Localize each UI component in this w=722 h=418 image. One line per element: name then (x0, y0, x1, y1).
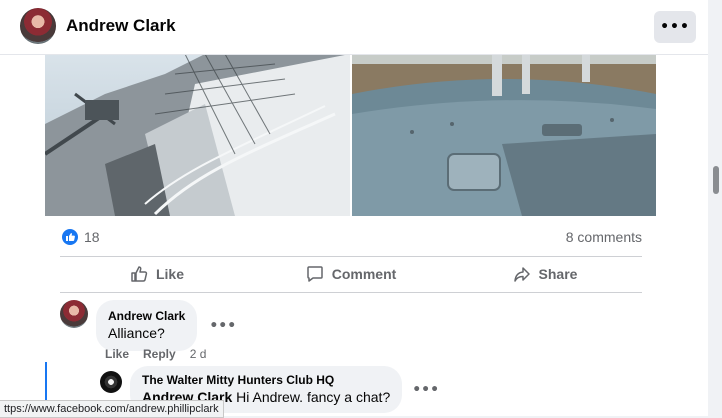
like-icon (131, 266, 148, 282)
more-horizontal-icon: ••• (660, 19, 690, 35)
like-label: Like (155, 266, 184, 282)
comment-options-icon[interactable]: ••• (209, 318, 236, 334)
divider (60, 292, 642, 293)
comment-meta: Like Reply 2 d (105, 347, 206, 361)
commenter-avatar[interactable] (60, 300, 88, 328)
share-button[interactable]: Share (448, 257, 642, 291)
post-photo-right[interactable] (352, 54, 656, 216)
comment-label: Comment (331, 266, 397, 282)
share-label: Share (538, 266, 578, 282)
comments-count-link[interactable]: 8 comments (566, 229, 642, 245)
reply-body: Hi Andrew. fancy a chat? (232, 389, 391, 405)
thumbs-up-icon (62, 229, 78, 245)
post-photo-right-image (352, 54, 656, 216)
comment-icon (306, 266, 323, 282)
like-button[interactable]: Like (60, 257, 254, 291)
post-header: Andrew Clark ••• (0, 0, 708, 55)
more-options-button[interactable]: ••• (654, 11, 696, 43)
comment-author[interactable]: Andrew Clark (108, 308, 185, 324)
share-icon (513, 267, 530, 282)
post-photo-left[interactable] (45, 54, 350, 216)
post-card: Andrew Clark ••• 18 8 comments Like Comm… (0, 0, 708, 416)
reactions-summary[interactable]: 18 (62, 228, 100, 246)
author-avatar[interactable] (20, 8, 56, 44)
comment-button[interactable]: Comment (254, 257, 448, 291)
comment-item: Andrew Clark Alliance? ••• (60, 300, 236, 351)
post-actions: Like Comment Share (60, 257, 642, 291)
scrollbar-track[interactable] (708, 0, 722, 416)
comment-bubble: Andrew Clark Alliance? (96, 300, 198, 351)
post-photo-left-image (45, 54, 350, 216)
status-bar-url: ttps://www.facebook.com/andrew.phillipcl… (0, 400, 224, 418)
page-title[interactable]: Andrew Clark (66, 16, 176, 36)
reply-options-icon[interactable]: ••• (412, 382, 439, 398)
comment-timestamp[interactable]: 2 d (190, 347, 207, 361)
comment-reply-link[interactable]: Reply (143, 347, 176, 361)
club-avatar[interactable] (100, 371, 122, 393)
reaction-count: 18 (84, 229, 100, 245)
scrollbar-thumb[interactable] (713, 166, 719, 194)
comment-text: Alliance? (108, 325, 165, 341)
reply-author[interactable]: The Walter Mitty Hunters Club HQ (142, 372, 390, 388)
comment-like-link[interactable]: Like (105, 347, 129, 361)
